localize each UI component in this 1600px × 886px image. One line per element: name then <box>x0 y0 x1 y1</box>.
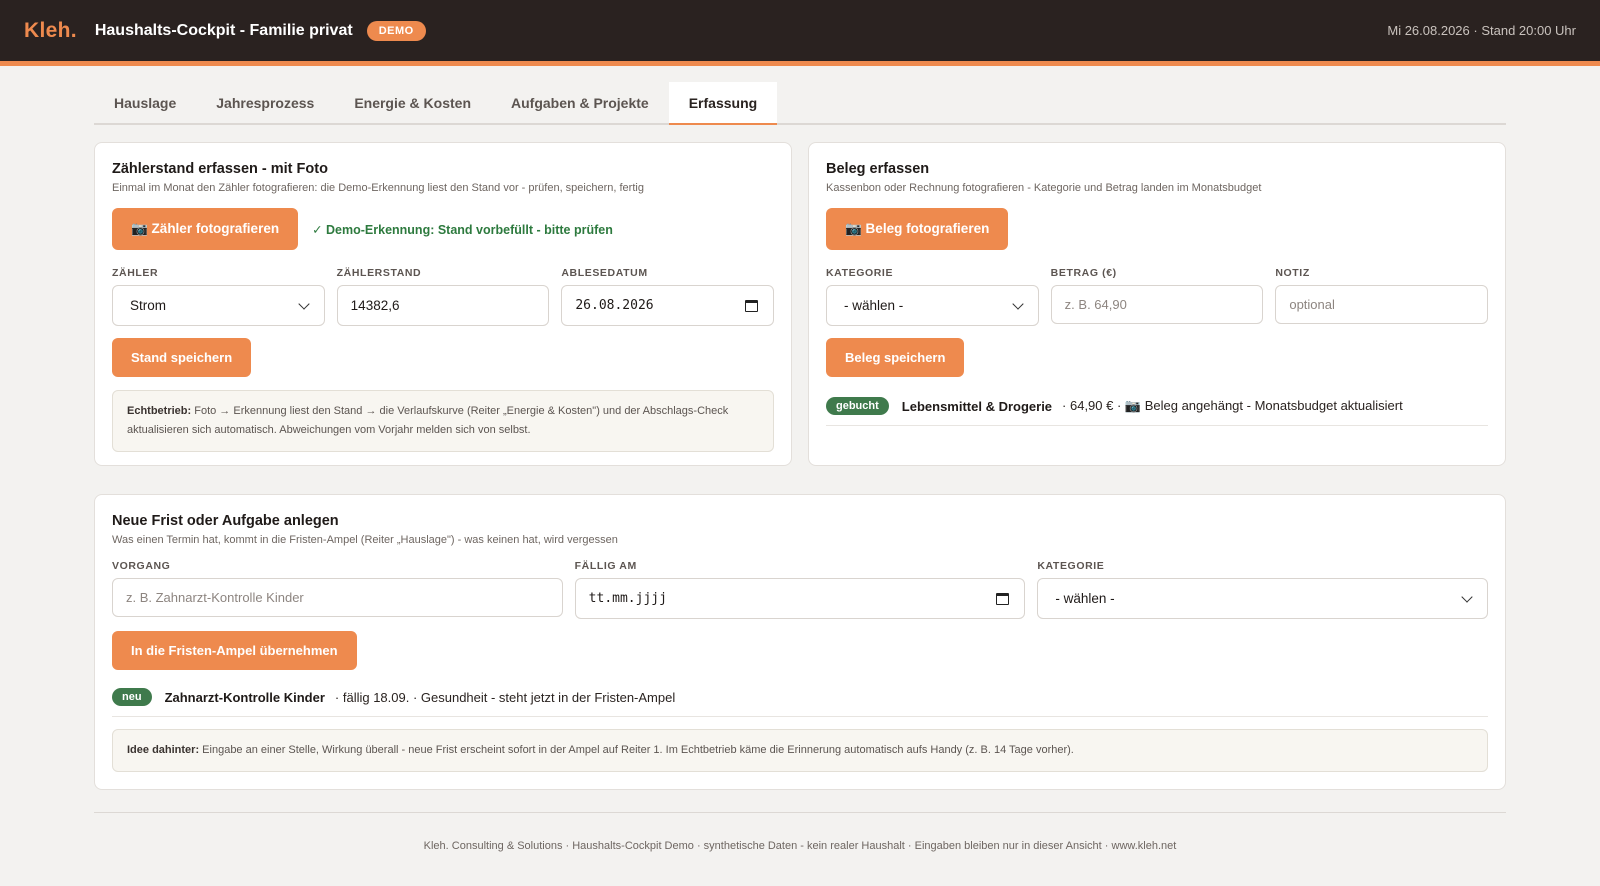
due-date-label: FÄLLIG AM <box>574 560 637 572</box>
tab-jahresprozess[interactable]: Jahresprozess <box>196 82 334 123</box>
tab-aufgaben-projekte[interactable]: Aufgaben & Projekte <box>491 82 669 123</box>
due-date-input[interactable]: tt.mm.jjjj <box>574 578 1026 619</box>
receipt-category-field: KATEGORIE - wählen - <box>826 267 1039 326</box>
calendar-icon[interactable] <box>745 299 759 312</box>
reading-label: ZÄHLERSTAND <box>336 267 422 279</box>
receipt-fields: KATEGORIE - wählen - BETRAG (€) z. B. 64… <box>826 267 1489 326</box>
tab-energie-kosten[interactable]: Energie & Kosten <box>334 82 491 123</box>
meter-action-row: 📷 Zähler fotografieren ✓ Demo-Erkennung:… <box>112 208 774 250</box>
receipt-note-field: NOTIZ optional <box>1275 267 1489 326</box>
task-result-name: Zahnarzt-Kontrolle Kinder <box>164 689 325 705</box>
brand-logo[interactable]: Kleh. <box>24 19 77 43</box>
task-category-select[interactable]: - wählen - <box>1037 578 1489 619</box>
meter-card: Zählerstand erfassen - mit Foto Einmal i… <box>94 142 792 466</box>
amount-input[interactable]: z. B. 64,90 <box>1050 285 1264 324</box>
chevron-down-icon <box>298 297 310 310</box>
receipt-card-title: Beleg erfassen <box>826 161 930 177</box>
top-bar: Kleh. Haushalts-Cockpit - Familie privat… <box>0 0 1600 66</box>
receipt-card-subtitle: Kassenbon oder Rechnung fotografieren - … <box>826 182 1262 194</box>
due-date-field: FÄLLIG AM tt.mm.jjjj <box>574 560 1026 619</box>
receipt-result-details: · 64,90 € · 📷 Beleg angehängt - Monatsbu… <box>1062 398 1403 413</box>
meter-card-subtitle: Einmal im Monat den Zähler fotografieren… <box>112 182 644 194</box>
save-receipt-button[interactable]: Beleg speichern <box>826 338 965 377</box>
process-input[interactable]: z. B. Zahnarzt-Kontrolle Kinder <box>112 578 563 617</box>
meter-fields: ZÄHLER Strom ZÄHLERSTAND 14382,6 ABLESED… <box>112 267 775 326</box>
meter-card-title: Zählerstand erfassen - mit Foto <box>112 161 328 177</box>
receipt-category-label: KATEGORIE <box>826 267 894 279</box>
task-category-value: - wählen - <box>1055 591 1115 606</box>
task-result-row: neu Zahnarzt-Kontrolle Kinder · fällig 1… <box>112 678 1488 717</box>
task-result-details: · fällig 18.09. · Gesundheit - steht jet… <box>334 689 676 705</box>
meter-select-value: Strom <box>130 298 167 313</box>
process-field: VORGANG z. B. Zahnarzt-Kontrolle Kinder <box>112 560 563 619</box>
status-badge: gebucht <box>826 397 889 415</box>
meter-photo-button[interactable]: 📷 Zähler fotografieren <box>112 208 299 250</box>
meter-select-field: ZÄHLER Strom <box>112 267 325 326</box>
add-deadline-button[interactable]: In die Fristen-Ampel übernehmen <box>112 631 357 670</box>
reading-date-value: 26.08.2026 <box>575 298 654 313</box>
app-title: Haushalts-Cockpit - Familie privat <box>94 21 353 39</box>
tab-bar: Hauslage Jahresprozess Energie & Kosten … <box>94 82 1506 125</box>
status-timestamp: Mi 26.08.2026 · Stand 20:00 Uhr <box>1387 23 1576 38</box>
meter-info-note: Echtbetrieb: Foto → Erkennung liest den … <box>112 390 774 452</box>
capture-row: Zählerstand erfassen - mit Foto Einmal i… <box>94 142 1506 466</box>
recognition-message: ✓ Demo-Erkennung: Stand vorbefüllt - bit… <box>312 222 613 237</box>
task-card-subtitle: Was einen Termin hat, kommt in die Frist… <box>112 534 618 546</box>
task-category-label: KATEGORIE <box>1037 560 1105 572</box>
due-date-value: tt.mm.jjjj <box>588 591 667 606</box>
calendar-icon[interactable] <box>996 592 1010 605</box>
page-footer: Kleh. Consulting & Solutions · Haushalts… <box>423 840 1177 852</box>
task-category-field: KATEGORIE - wählen - <box>1037 560 1489 619</box>
receipt-photo-button[interactable]: 📷 Beleg fotografieren <box>826 208 1009 250</box>
demo-badge: DEMO <box>366 20 426 41</box>
receipt-category-select[interactable]: - wählen - <box>826 285 1039 326</box>
footer-divider <box>94 812 1506 813</box>
receipt-note-label: NOTIZ <box>1275 267 1310 279</box>
meter-note-text: Foto → Erkennung liest den Stand → die V… <box>127 405 729 436</box>
receipt-note-input[interactable]: optional <box>1275 285 1489 324</box>
meter-select[interactable]: Strom <box>112 285 325 326</box>
task-note-label: Idee dahinter: <box>127 744 200 756</box>
receipt-category-value: - wählen - <box>844 298 904 313</box>
process-label: VORGANG <box>112 560 171 572</box>
receipt-card: Beleg erfassen Kassenbon oder Rechnung f… <box>808 142 1506 466</box>
task-info-note: Idee dahinter: Eingabe an einer Stelle, … <box>112 729 1488 772</box>
reading-date-input[interactable]: 26.08.2026 <box>561 285 775 326</box>
amount-field: BETRAG (€) z. B. 64,90 <box>1050 267 1264 326</box>
amount-label: BETRAG (€) <box>1050 267 1117 279</box>
chevron-down-icon <box>1012 297 1024 310</box>
receipt-result-name: Lebensmittel & Drogerie <box>901 398 1053 414</box>
reading-input[interactable]: 14382,6 <box>336 285 550 326</box>
task-fields: VORGANG z. B. Zahnarzt-Kontrolle Kinder … <box>112 560 1489 619</box>
save-reading-button[interactable]: Stand speichern <box>112 338 252 377</box>
receipt-action-row: 📷 Beleg fotografieren <box>826 208 1488 250</box>
task-note-text: Eingabe an einer Stelle, Wirkung überall… <box>199 744 1074 756</box>
tab-erfassung[interactable]: Erfassung <box>668 82 778 125</box>
tab-hauslage[interactable]: Hauslage <box>94 82 196 123</box>
reading-field: ZÄHLERSTAND 14382,6 <box>336 267 550 326</box>
task-card: Neue Frist oder Aufgabe anlegen Was eine… <box>94 494 1506 790</box>
status-badge: neu <box>112 688 152 706</box>
meter-select-label: ZÄHLER <box>112 267 159 279</box>
reading-date-field: ABLESEDATUM 26.08.2026 <box>561 267 775 326</box>
meter-note-label: Echtbetrieb: <box>127 405 192 417</box>
receipt-result-row: gebucht Lebensmittel & Drogerie · 64,90 … <box>826 387 1488 426</box>
chevron-down-icon <box>1461 590 1473 603</box>
reading-date-label: ABLESEDATUM <box>561 267 648 279</box>
task-card-title: Neue Frist oder Aufgabe anlegen <box>112 513 339 529</box>
